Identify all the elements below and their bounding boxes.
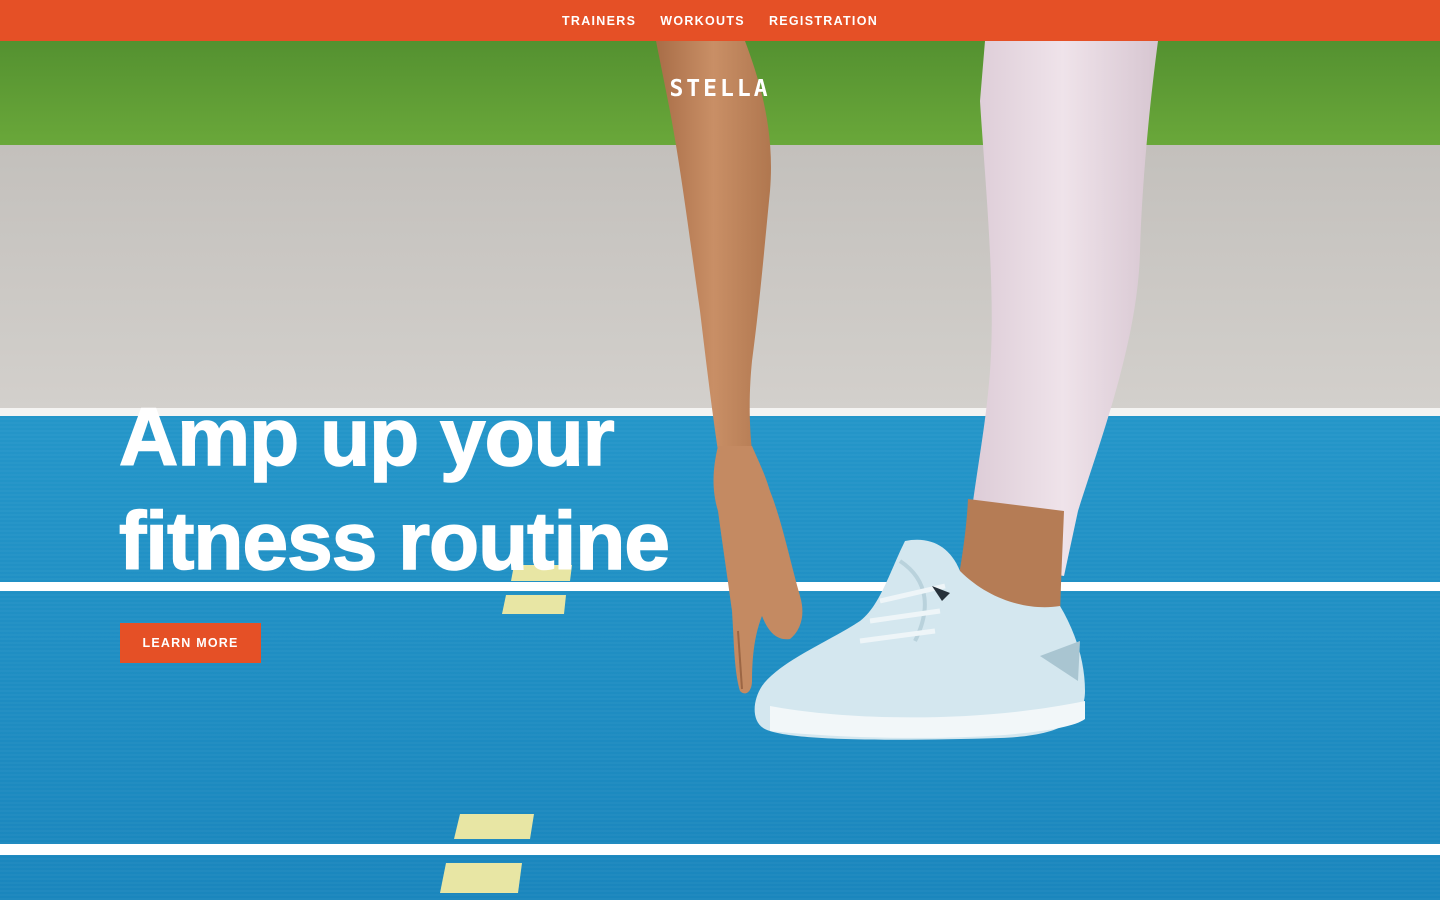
learn-more-button[interactable]: LEARN MORE — [120, 623, 261, 663]
hero-section: Amp up your fitness routine — [0, 41, 1440, 900]
hero-headline-line-1: Amp up your — [118, 391, 615, 484]
brand-logo[interactable]: STELLA — [0, 76, 1440, 102]
nav-item-workouts[interactable]: WORKOUTS — [660, 14, 745, 28]
landing-page: TRAINERS WORKOUTS REGISTRATION Amp up yo… — [0, 0, 1440, 900]
top-nav: TRAINERS WORKOUTS REGISTRATION — [0, 0, 1440, 41]
nav-item-registration[interactable]: REGISTRATION — [769, 14, 878, 28]
hero-headline: Amp up your fitness routine — [118, 386, 670, 594]
nav-item-trainers[interactable]: TRAINERS — [562, 14, 636, 28]
hero-headline-line-2: fitness routine — [118, 495, 670, 588]
